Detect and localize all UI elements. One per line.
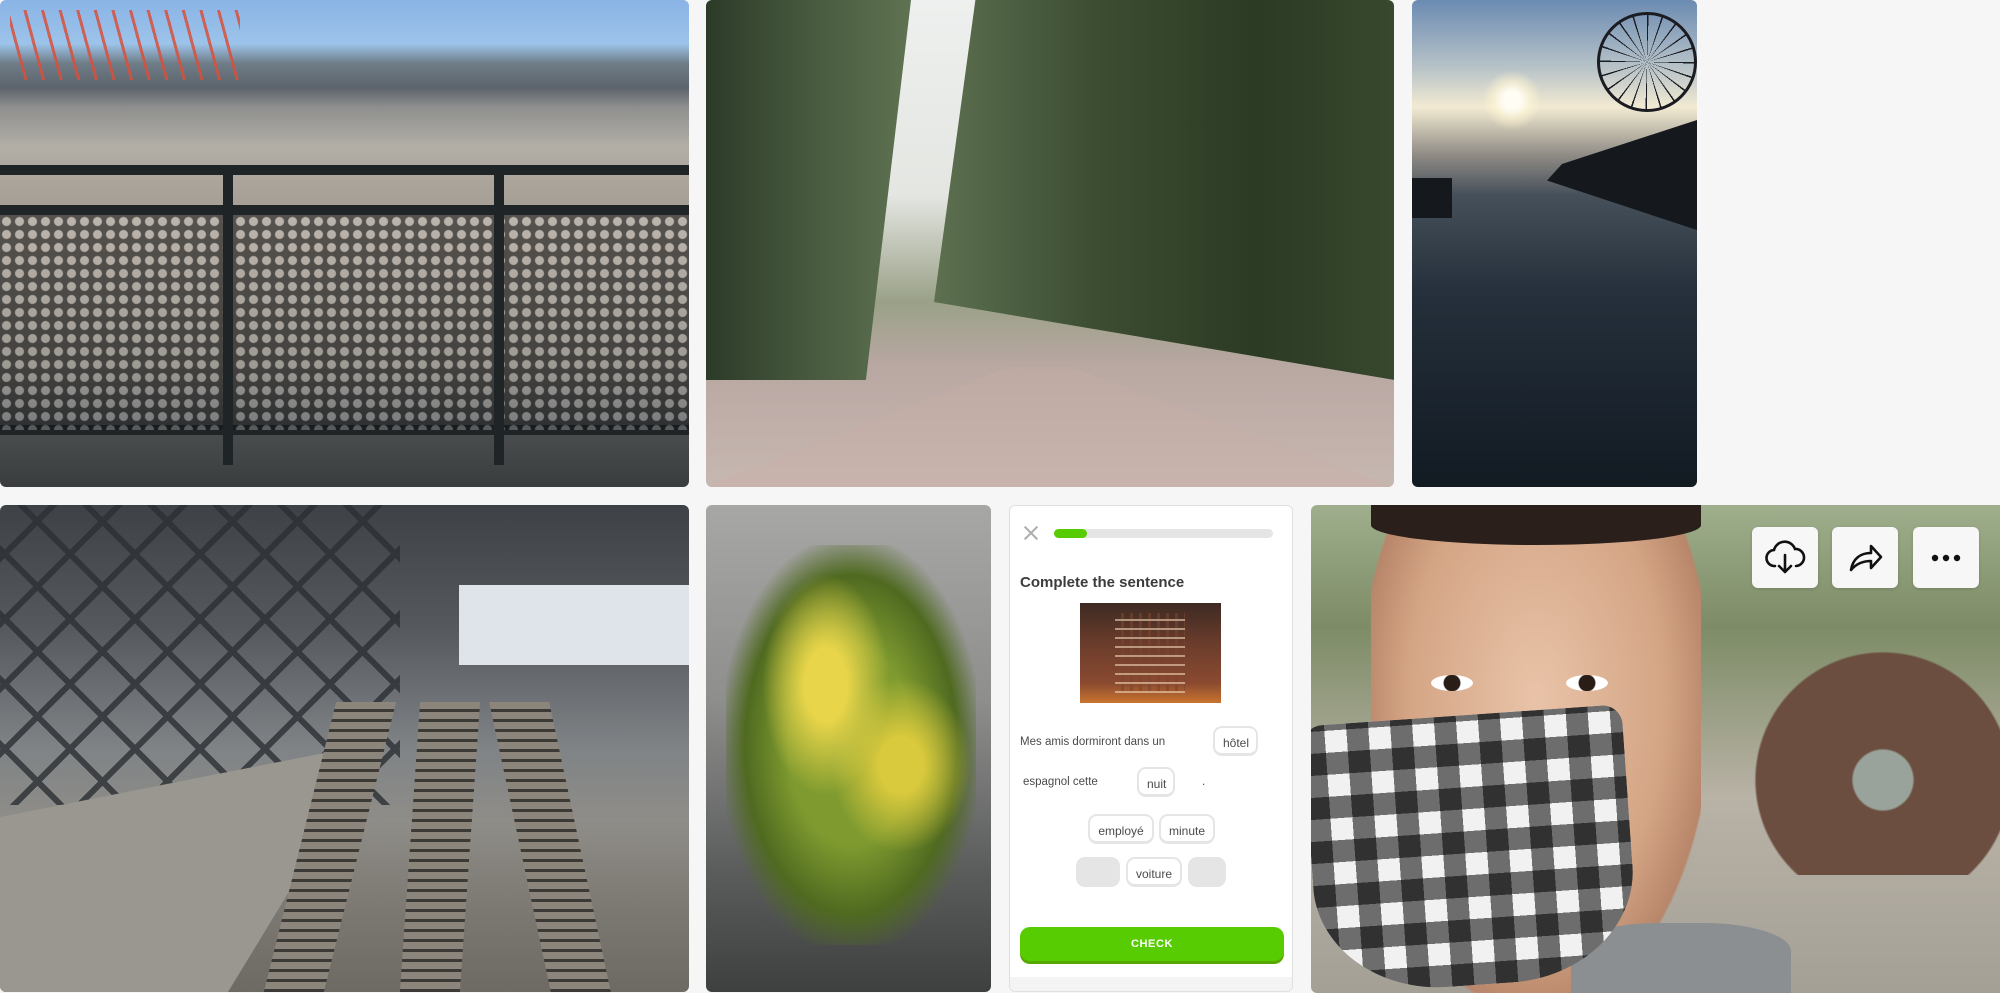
lesson-progress-bar (1054, 529, 1273, 538)
sentence-word: un (1152, 736, 1166, 748)
check-button[interactable]: CHECK (1020, 927, 1284, 961)
eye-right (1566, 675, 1608, 691)
word-bank-slot-empty (1076, 857, 1120, 887)
word-bank-slot-empty (1188, 857, 1226, 887)
answer-chip-nuit[interactable]: nuit (1137, 767, 1175, 797)
download-button[interactable] (1752, 527, 1818, 588)
sentence-word: cette (1072, 776, 1098, 788)
railing-top-bar (0, 165, 689, 175)
perforated-mesh (0, 215, 689, 430)
more-dots-icon (1931, 554, 1961, 561)
more-options-button[interactable] (1913, 527, 1979, 588)
word-bank-chip-voiture[interactable]: voiture (1126, 857, 1182, 887)
sky-opening (459, 585, 689, 665)
railing-post (494, 165, 504, 465)
port-cranes (10, 10, 240, 80)
dirt-road (706, 367, 1394, 487)
photo-ferris-wheel-sunset[interactable] (1412, 0, 1697, 487)
hedge-left (706, 0, 911, 380)
rail-track (489, 702, 611, 992)
plaid-face-mask (1311, 704, 1641, 993)
photo-hedge-avenue[interactable] (706, 0, 1394, 487)
word-bank-chip-minute[interactable]: minute (1159, 814, 1215, 844)
share-arrow-icon (1849, 544, 1883, 571)
answer-chip-hotel[interactable]: hôtel (1213, 726, 1258, 756)
sentence-word: espagnol (1023, 776, 1070, 788)
word-bank-chip-employe[interactable]: employé (1088, 814, 1154, 844)
railing-bar (0, 205, 689, 215)
photo-rail-yard[interactable] (0, 505, 689, 992)
ferris-wheel (1597, 12, 1697, 112)
close-icon[interactable] (1022, 524, 1040, 542)
hotel-building-image (1080, 603, 1221, 703)
cloud-download-icon (1765, 539, 1806, 573)
bronze-sculpture (1740, 625, 2000, 875)
photo-waterfront-railing[interactable] (0, 0, 689, 487)
progress-fill (1054, 529, 1087, 538)
sentence-word: amis (1044, 736, 1070, 748)
sentence-line-2: espagnol cette (1023, 776, 1098, 788)
quiz-title: Complete the sentence (1020, 574, 1185, 591)
shrub (726, 545, 976, 945)
photo-yellow-shrub[interactable] (706, 505, 991, 992)
sentence-word: dormiront (1072, 736, 1121, 748)
sun (1482, 70, 1542, 130)
pier-silhouette (1547, 120, 1697, 230)
share-button[interactable] (1832, 527, 1898, 588)
phone-nav-bar (1010, 977, 1292, 991)
sentence-word: dans (1124, 736, 1150, 748)
sentence-word: Mes (1020, 736, 1042, 748)
pier-left (1412, 178, 1452, 218)
photo-language-quiz-screenshot[interactable]: Complete the sentence Mes amis dormiront… (1009, 505, 1293, 992)
hair (1371, 505, 1701, 545)
eye-left (1431, 675, 1473, 691)
sentence-period: . (1202, 776, 1206, 788)
railing-post (223, 165, 233, 465)
sentence-line-1: Mes amis dormiront dans un (1020, 736, 1165, 748)
rail-track (399, 702, 481, 992)
